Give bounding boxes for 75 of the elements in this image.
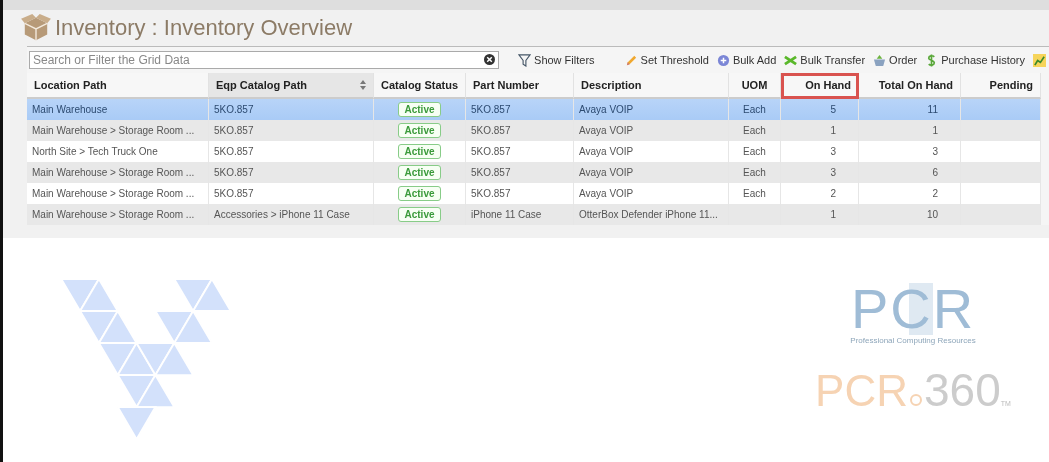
table-cell: 5KO.857 (209, 120, 374, 141)
chart-icon[interactable] (1030, 53, 1049, 67)
table-cell: Avaya VOIP (574, 183, 729, 204)
table-cell: Main Warehouse > Storage Room ... (27, 120, 209, 141)
column-header[interactable]: Pending (961, 73, 1041, 99)
toolbar-button[interactable]: Bulk Transfer (781, 53, 869, 67)
table-cell: Each (729, 162, 781, 183)
table-cell: Main Warehouse > Storage Room ... (27, 162, 209, 183)
column-header[interactable]: Description (574, 73, 729, 99)
filter-icon (518, 53, 532, 67)
toolbar-button[interactable]: Bulk Add (713, 53, 780, 67)
table-cell: North Site > Tech Truck One (27, 141, 209, 162)
table-cell: 1 (781, 120, 859, 141)
toolbar-button[interactable]: Set Threshold (621, 53, 712, 67)
status-badge: Active (398, 165, 441, 180)
column-header[interactable]: Catalog Status (374, 73, 466, 99)
table-cell: 5KO.857 (466, 120, 574, 141)
table-cell: Avaya VOIP (574, 162, 729, 183)
column-header[interactable]: Eqp Catalog Path (209, 73, 374, 99)
table-cell: OtterBox Defender iPhone 11... (574, 204, 729, 225)
status-badge: Active (398, 186, 441, 201)
column-header[interactable]: UOM (729, 73, 781, 99)
status-badge: Active (398, 102, 441, 117)
basket-icon (873, 53, 887, 67)
table-cell: 11 (859, 99, 961, 120)
table-cell: 5KO.857 (466, 99, 574, 120)
table-cell: 3 (781, 141, 859, 162)
status-badge: Active (398, 123, 441, 138)
status-badge: Active (398, 144, 441, 159)
table-cell: 2 (781, 183, 859, 204)
table-cell: Each (729, 141, 781, 162)
logo-tagline: Professional Computing Resources (850, 335, 976, 347)
logo-text: PCR (815, 366, 908, 416)
page-title: Inventory : Inventory Overview (55, 15, 353, 41)
table-cell: 5 (781, 99, 859, 120)
table-cell: Main Warehouse > Storage Room ... (27, 204, 209, 225)
table-cell: Each (729, 99, 781, 120)
table-cell: Avaya VOIP (574, 99, 729, 120)
dot-icon (910, 394, 922, 406)
table-cell: 2 (859, 183, 961, 204)
table-cell: 6 (859, 162, 961, 183)
toolbar-button[interactable]: Show Filters (515, 53, 598, 67)
table-cell: 3 (781, 162, 859, 183)
table-cell: 5KO.857 (209, 162, 374, 183)
table-cell: Main Warehouse (27, 99, 209, 120)
column-header[interactable]: Total On Hand (859, 73, 961, 99)
table-cell: 5KO.857 (466, 183, 574, 204)
table-cell: 1 (859, 120, 961, 141)
toolbar-button[interactable]: Order (870, 53, 921, 67)
table-cell: 10 (859, 204, 961, 225)
search-field[interactable]: Search or Filter the Grid Data (29, 51, 500, 69)
table-cell: 5KO.857 (209, 141, 374, 162)
table-cell: Each (729, 183, 781, 204)
toolbar-button[interactable]: Purchase History (922, 53, 1028, 67)
table-cell: 5KO.857 (466, 141, 574, 162)
pencil-icon (624, 53, 638, 67)
column-header[interactable]: Part Number (466, 73, 574, 99)
box-icon (21, 14, 51, 42)
table-cell: 1 (781, 204, 859, 225)
table-cell: Accessories > iPhone 11 Case (209, 204, 374, 225)
table-cell: 5KO.857 (209, 183, 374, 204)
table-cell: iPhone 11 Case (466, 204, 574, 225)
status-badge: Active (398, 207, 441, 222)
column-header[interactable]: On Hand (781, 73, 859, 99)
plus-icon (716, 53, 730, 67)
table-cell: 5KO.857 (466, 162, 574, 183)
table-cell: 3 (859, 141, 961, 162)
table-cell: Each (729, 120, 781, 141)
table-cell: Avaya VOIP (574, 141, 729, 162)
table-cell: Avaya VOIP (574, 120, 729, 141)
table-cell: 5KO.857 (209, 99, 374, 120)
column-header[interactable]: Location Path (27, 73, 209, 99)
table-cell: Main Warehouse > Storage Room ... (27, 183, 209, 204)
clear-icon[interactable] (484, 54, 496, 65)
sort-icon[interactable] (360, 80, 366, 90)
